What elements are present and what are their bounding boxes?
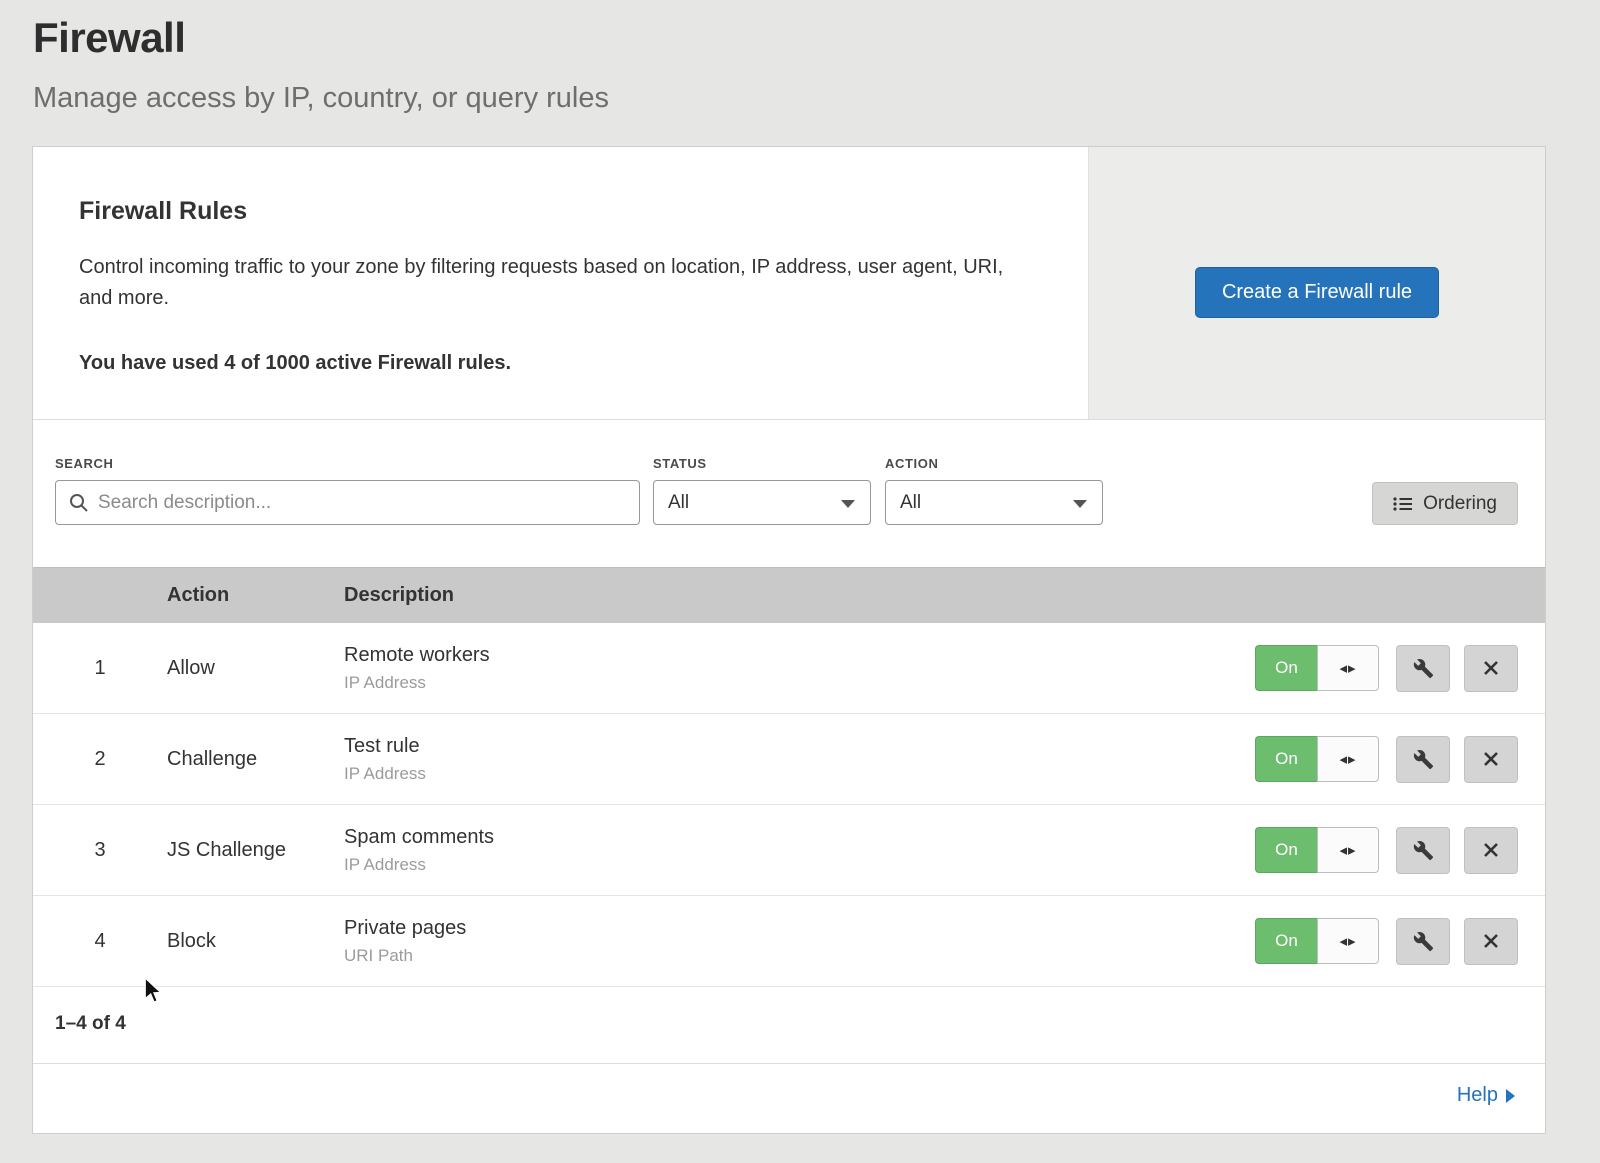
rule-action: Block (167, 930, 344, 953)
rule-controls: On ◂▸ (1253, 918, 1545, 965)
filters-bar: SEARCH STATUS All ACTION All (33, 420, 1545, 567)
help-link[interactable]: Help (1457, 1084, 1515, 1107)
rule-match-type: IP Address (344, 764, 1253, 784)
card-description: Control incoming traffic to your zone by… (79, 252, 1018, 314)
close-icon (1482, 659, 1500, 677)
search-label: SEARCH (55, 456, 640, 471)
table-row: 1 Allow Remote workers IP Address On ◂▸ (33, 623, 1545, 714)
rule-match-type: URI Path (344, 946, 1253, 966)
rule-description: Private pages (344, 917, 1253, 940)
close-icon (1482, 750, 1500, 768)
chevron-down-icon (1073, 500, 1087, 508)
close-icon (1482, 841, 1500, 859)
ordering-button[interactable]: Ordering (1372, 482, 1518, 525)
rule-action: Challenge (167, 748, 344, 771)
status-filter-group: STATUS All (653, 456, 871, 525)
chevron-down-icon (841, 500, 855, 508)
wrench-icon (1413, 840, 1434, 861)
help-row: Help (33, 1064, 1545, 1133)
toggle-on-label: On (1255, 645, 1317, 691)
rule-enable-toggle[interactable]: On ◂▸ (1255, 918, 1379, 964)
page-header: Firewall Manage access by IP, country, o… (0, 0, 1600, 115)
rule-description: Remote workers (344, 644, 1253, 667)
status-select[interactable]: All (653, 480, 871, 525)
rules-table-body: 1 Allow Remote workers IP Address On ◂▸ (33, 623, 1545, 987)
search-box (55, 480, 640, 525)
rule-controls: On ◂▸ (1253, 645, 1545, 692)
toggle-on-label: On (1255, 736, 1317, 782)
page-title: Firewall (33, 14, 1600, 62)
close-icon (1482, 932, 1500, 950)
action-filter-group: ACTION All (885, 456, 1103, 525)
action-label: ACTION (885, 456, 1103, 471)
table-row: 3 JS Challenge Spam comments IP Address … (33, 805, 1545, 896)
search-input[interactable] (56, 481, 639, 524)
table-row: 4 Block Private pages URI Path On ◂▸ (33, 896, 1545, 987)
edit-rule-button[interactable] (1396, 736, 1450, 783)
wrench-icon (1413, 931, 1434, 952)
search-icon (69, 493, 89, 513)
create-firewall-rule-button[interactable]: Create a Firewall rule (1195, 267, 1439, 318)
delete-rule-button[interactable] (1464, 736, 1518, 783)
rule-controls: On ◂▸ (1253, 827, 1545, 874)
rule-priority: 4 (33, 930, 167, 953)
rule-description-cell: Private pages URI Path (344, 917, 1253, 966)
status-label: STATUS (653, 456, 871, 471)
card-action-area: Create a Firewall rule (1089, 147, 1545, 419)
edit-rule-button[interactable] (1396, 827, 1450, 874)
rule-enable-toggle[interactable]: On ◂▸ (1255, 827, 1379, 873)
wrench-icon (1413, 658, 1434, 679)
card-intro-section: Firewall Rules Control incoming traffic … (33, 147, 1545, 420)
rule-priority: 3 (33, 839, 167, 862)
table-header: Action Description (33, 567, 1545, 623)
rule-match-type: IP Address (344, 673, 1253, 693)
edit-rule-button[interactable] (1396, 645, 1450, 692)
search-filter-group: SEARCH (55, 456, 640, 525)
header-description-column: Description (344, 584, 1253, 607)
ordering-list-icon (1393, 496, 1413, 512)
rule-controls: On ◂▸ (1253, 736, 1545, 783)
delete-rule-button[interactable] (1464, 918, 1518, 965)
rule-action: JS Challenge (167, 839, 344, 862)
rule-match-type: IP Address (344, 855, 1253, 875)
firewall-rules-card: Firewall Rules Control incoming traffic … (33, 147, 1545, 1133)
card-title: Firewall Rules (79, 197, 1018, 226)
status-value: All (668, 492, 689, 514)
toggle-on-label: On (1255, 918, 1317, 964)
table-row: 2 Challenge Test rule IP Address On ◂▸ (33, 714, 1545, 805)
rule-enable-toggle[interactable]: On ◂▸ (1255, 645, 1379, 691)
help-arrow-icon (1506, 1089, 1515, 1103)
toggle-drag-handle-icon: ◂▸ (1317, 736, 1379, 782)
card-intro-text: Firewall Rules Control incoming traffic … (33, 147, 1089, 419)
edit-rule-button[interactable] (1396, 918, 1450, 965)
action-value: All (900, 492, 921, 514)
rule-description-cell: Test rule IP Address (344, 735, 1253, 784)
rule-priority: 2 (33, 748, 167, 771)
wrench-icon (1413, 749, 1434, 770)
page-subtitle: Manage access by IP, country, or query r… (33, 82, 1600, 115)
rule-enable-toggle[interactable]: On ◂▸ (1255, 736, 1379, 782)
help-label: Help (1457, 1084, 1498, 1107)
ordering-label: Ordering (1423, 493, 1497, 515)
toggle-on-label: On (1255, 827, 1317, 873)
toggle-drag-handle-icon: ◂▸ (1317, 827, 1379, 873)
toggle-drag-handle-icon: ◂▸ (1317, 918, 1379, 964)
rule-description: Spam comments (344, 826, 1253, 849)
rule-priority: 1 (33, 657, 167, 680)
delete-rule-button[interactable] (1464, 645, 1518, 692)
pagination-status: 1–4 of 4 (33, 987, 1545, 1064)
rule-description-cell: Spam comments IP Address (344, 826, 1253, 875)
delete-rule-button[interactable] (1464, 827, 1518, 874)
header-action-column: Action (167, 584, 344, 607)
rule-action: Allow (167, 657, 344, 680)
action-select[interactable]: All (885, 480, 1103, 525)
rule-description: Test rule (344, 735, 1253, 758)
rule-description-cell: Remote workers IP Address (344, 644, 1253, 693)
usage-summary: You have used 4 of 1000 active Firewall … (79, 352, 1018, 375)
toggle-drag-handle-icon: ◂▸ (1317, 645, 1379, 691)
